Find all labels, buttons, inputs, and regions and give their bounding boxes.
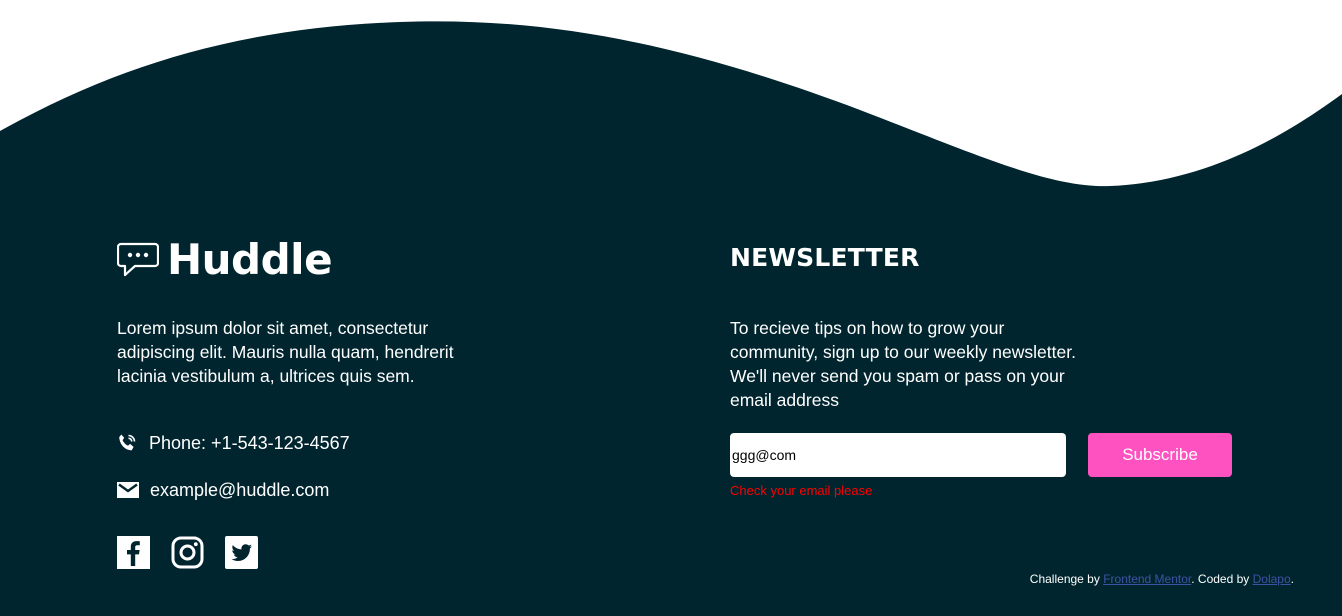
contact-email: example@huddle.com [117, 479, 329, 501]
author-link[interactable]: Dolapo [1253, 572, 1291, 586]
footer-description: Lorem ipsum dolor sit amet, consectetur … [117, 318, 454, 386]
frontend-mentor-link[interactable]: Frontend Mentor [1103, 572, 1191, 586]
newsletter-email-input[interactable] [730, 433, 1066, 477]
twitter-icon[interactable] [225, 536, 258, 569]
chat-bubble-icon [117, 241, 159, 279]
footer: Huddle Lorem ipsum dolor sit amet, conse… [0, 0, 1342, 616]
newsletter-text: To recieve tips on how to grow your comm… [730, 318, 1076, 410]
subscribe-button[interactable]: Subscribe [1088, 433, 1232, 477]
credit-prefix: Challenge by [1029, 572, 1104, 586]
brand-logo[interactable]: Huddle [117, 235, 333, 284]
credit-middle: . Coded by [1191, 572, 1253, 586]
phone-icon [117, 432, 139, 454]
brand-name: Huddle [167, 235, 333, 284]
social-links [117, 536, 258, 569]
email-error-message: Check your email please [730, 483, 873, 498]
email-text: example@huddle.com [150, 479, 330, 500]
attribution: Challenge by Frontend Mentor. Coded by D… [1030, 572, 1294, 586]
credit-suffix: . [1290, 572, 1294, 586]
email-icon [117, 479, 139, 501]
instagram-icon[interactable] [171, 536, 204, 569]
page: Huddle Lorem ipsum dolor sit amet, conse… [0, 0, 1342, 616]
newsletter-title: NEWSLETTER [730, 243, 920, 272]
phone-text: Phone: +1-543-123-4567 [149, 432, 350, 453]
facebook-icon[interactable] [117, 536, 150, 569]
contact-phone: Phone: +1-543-123-4567 [117, 432, 350, 454]
